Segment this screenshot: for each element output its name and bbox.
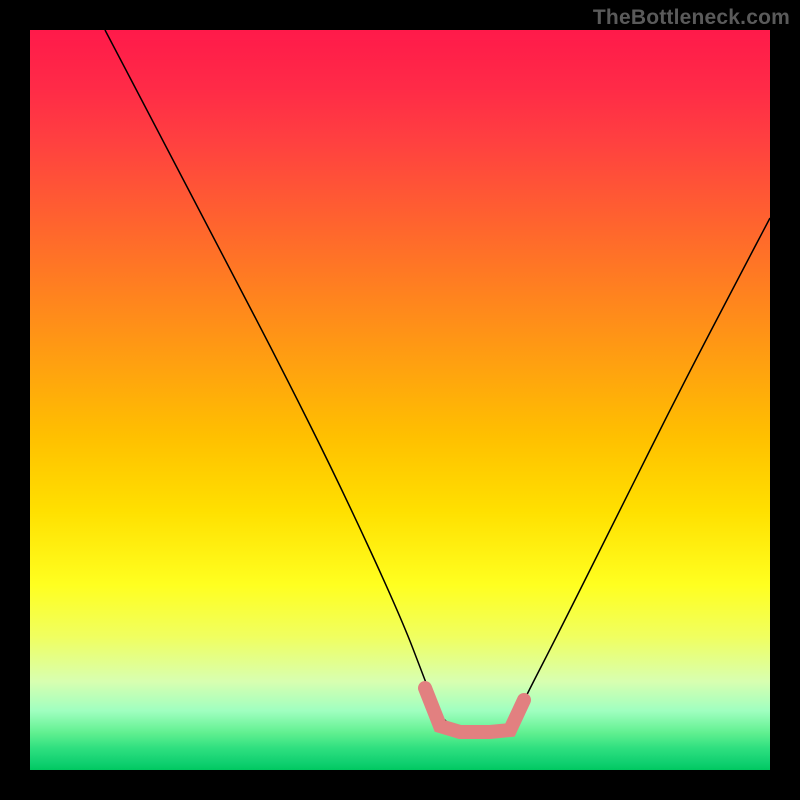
bottleneck-curve bbox=[105, 30, 770, 730]
chart-container: TheBottleneck.com bbox=[0, 0, 800, 800]
optimal-range-marker bbox=[425, 688, 524, 732]
watermark-text: TheBottleneck.com bbox=[593, 6, 790, 30]
chart-svg bbox=[30, 30, 770, 770]
plot-area bbox=[30, 30, 770, 770]
